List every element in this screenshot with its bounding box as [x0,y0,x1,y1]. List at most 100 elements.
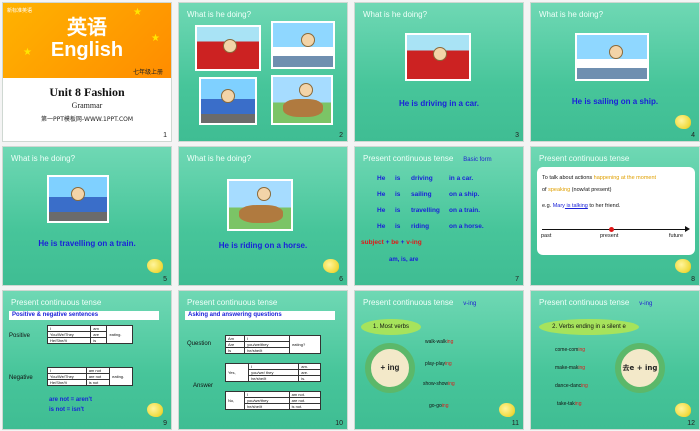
slide-header: What is he doing? [363,10,428,19]
example-word: take-taking [557,401,582,407]
ship-picture [271,21,335,69]
example-word: dance-dancing [555,383,588,389]
slide-thumbnail-7[interactable]: Present continuous tense Basic form He is d… [354,146,524,286]
car-picture [195,25,261,71]
slide-header: Present continuous tense Basic form [363,154,492,163]
contraction-1: are not = aren't [49,397,92,403]
rule-leaf: 1. Most verbs [361,319,421,335]
slide-header: Present continuous tense v-ing [363,298,477,307]
slide-number: 7 [515,276,519,283]
unit-subtitle: Grammar [71,101,103,110]
site-credit: 第一PPT模板网-WWW.1PPT.COM [40,116,134,123]
section-bar: Asking and answering questions [185,311,335,320]
question-label: Question [187,341,212,347]
slide-thumbnail-9[interactable]: Present continuous tense Positive & nega… [2,290,172,430]
definition-card: To talk about actions happening at the m… [537,167,695,255]
slide-header: Present continuous tense [11,298,102,307]
slide-subheader: v-ing [463,301,477,307]
slide-thumbnail-2[interactable]: What is he doing? 2 [178,2,348,142]
rule-circle: + ing [365,343,415,393]
slide-number: 12 [687,420,695,427]
slide-thumbnail-5[interactable]: What is he doing? He is travelling on a … [2,146,172,286]
lemon-decoration [147,403,163,417]
example-row: He is riding on a horse. [377,223,484,230]
no-answer-table: No, Iam not. you/we/they are not. he/she/i… [225,391,322,410]
slide-number: 8 [691,276,695,283]
timeline-past: past [541,233,552,239]
question-table: Am Ieating? Are you/we/they Is he/she/it [224,335,321,354]
title-english: English [50,39,124,61]
grade-label: 七年级上册 [132,69,163,76]
lemon-decoration [323,259,339,273]
example-word: make-making [555,365,586,371]
lemon-decoration [499,403,515,417]
example-sentence: He is travelling on a train. [38,239,136,248]
example-sentence: He is driving in a car. [398,99,480,108]
slide-thumbnail-6[interactable]: What is he doing? He is riding on a hors… [178,146,348,286]
section-bar: Positive & negative sentences [9,311,159,320]
negative-label: Negative [9,375,33,381]
slide-number: 3 [515,132,519,139]
title-chinese: 英语 [67,15,107,39]
example-word: come-coming [555,347,586,353]
contraction-2: is not = isn't [49,407,84,413]
example-sentence: He is sailing on a ship. [571,97,659,106]
unit-title: Unit 8 Fashion [49,85,125,99]
answer-label: Answer [193,383,214,389]
slide-header: What is he doing? [187,10,252,19]
lemon-decoration [675,403,691,417]
slide-header: Present continuous tense [539,154,630,163]
rule-circle: 去e + ing [615,343,665,393]
horse-picture [227,179,293,231]
timeline-marker-icon [609,227,614,232]
lemon-decoration [147,259,163,273]
slide-number: 1 [163,132,167,139]
slide-thumbnail-8[interactable]: Present continuous tense To talk about a… [530,146,700,286]
slide-thumbnail-3[interactable]: What is he doing? He is driving in a car… [354,2,524,142]
yes-answer-table: Yes, Iam. you/we/ they are. he/she/it is. [224,363,321,382]
slide-header: What is he doing? [187,154,252,163]
example-sentence: He is riding on a horse. [218,241,308,250]
slide-thumbnail-12[interactable]: Present continuous tense v-ing 2. Verbs e… [530,290,700,430]
slide-header: What is he doing? [11,154,76,163]
example-row: He is travelling on a train. [377,207,481,214]
slide-thumbnail-4[interactable]: What is he doing? He is sailing on a shi… [530,2,700,142]
positive-label: Positive [9,333,31,339]
train-picture [199,77,257,125]
negative-table: Iam not eating. You/We/They are not He/She… [47,367,133,386]
slide-header: Present continuous tense [187,298,278,307]
slide-number: 10 [335,420,343,427]
example-word: go-going [429,403,449,409]
slide-subheader: v-ing [639,301,653,307]
slide-subheader: Basic form [463,157,492,163]
lemon-decoration [675,259,691,273]
slide-thumbnail-10[interactable]: Present continuous tense Asking and answ… [178,290,348,430]
timeline-present: present [600,233,619,239]
slide-number: 6 [339,276,343,283]
slide-sorter-grid: 新标准英语 ★ ★ ★ 英语 English 七年级上册 Unit 8 Fash… [0,0,700,431]
slide-number: 4 [691,132,695,139]
lemon-decoration [675,115,691,129]
example-row: He is driving in a car. [377,175,474,182]
car-picture [405,33,471,81]
slide-number: 2 [339,132,343,139]
timeline [542,229,688,230]
ship-picture [575,33,649,81]
slide-thumbnail-1[interactable]: 新标准英语 ★ ★ ★ 英语 English 七年级上册 Unit 8 Fash… [2,2,172,142]
slide-header: Present continuous tense v-ing [539,298,653,307]
timeline-future: future [669,233,684,239]
slide-number: 9 [163,420,167,427]
example-row: He is sailing on a ship. [377,191,480,198]
be-forms: am, is, are [389,257,419,263]
formula: subject + be + v-ing [361,239,422,246]
slide-number: 11 [511,420,519,427]
horse-picture [271,75,333,125]
positive-table: Iam eating. You/We/They are He/She/It is [46,325,133,344]
example-word: walk-walking [425,339,454,345]
slide-number: 5 [163,276,167,283]
rule-leaf: 2. Verbs ending in a silent e [539,319,639,335]
slide-header: What is he doing? [539,10,604,19]
example-word: show-showing [423,381,455,387]
slide-thumbnail-11[interactable]: Present continuous tense v-ing 1. Most ve… [354,290,524,430]
timeline-arrow-icon [685,226,690,232]
